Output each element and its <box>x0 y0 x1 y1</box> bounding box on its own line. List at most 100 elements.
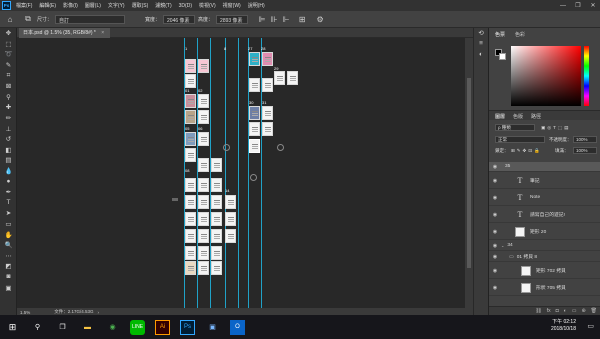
color-picker-field[interactable] <box>511 46 581 106</box>
screen-mode-icon[interactable]: ▣ <box>0 282 17 293</box>
guide-line[interactable] <box>225 38 226 308</box>
pen-tool-icon[interactable]: ✒ <box>0 187 17 198</box>
page-thumbnail[interactable] <box>185 246 196 260</box>
menu-select[interactable]: 選取(S) <box>132 2 149 9</box>
photos-icon[interactable]: ▣ <box>205 320 220 335</box>
quick-select-tool-icon[interactable]: ✎ <box>0 60 17 71</box>
layer-name[interactable]: 35 <box>505 164 510 169</box>
align-left-icon[interactable]: ⊫ <box>256 13 268 25</box>
blend-mode-select[interactable]: 正常 <box>495 136 545 143</box>
page-thumbnail[interactable] <box>249 78 260 92</box>
transform-handle-icon[interactable] <box>223 144 230 151</box>
page-thumbnail[interactable] <box>225 229 236 243</box>
page-thumbnail[interactable] <box>211 212 222 226</box>
layer-name[interactable]: 矩形 20 <box>530 228 546 235</box>
eraser-tool-icon[interactable]: ◧ <box>0 145 17 156</box>
photoshop-logo-icon[interactable]: Ps <box>2 1 11 10</box>
dodge-tool-icon[interactable]: ● <box>0 176 17 187</box>
page-thumbnail[interactable] <box>225 195 236 209</box>
visibility-eye-icon[interactable]: ◉ <box>489 254 501 260</box>
page-thumbnail[interactable] <box>198 261 209 275</box>
page-thumbnail[interactable] <box>198 246 209 260</box>
page-thumbnail[interactable] <box>262 78 273 92</box>
hue-slider[interactable] <box>584 46 589 106</box>
layer-name[interactable]: 筆記 <box>530 177 540 184</box>
document-tab[interactable]: 日本.psd @ 1.5% (35, RGB/8#) * × <box>19 28 111 38</box>
page-thumbnail[interactable] <box>274 71 285 85</box>
fill-field[interactable]: 100% <box>573 147 597 154</box>
rectangle-tool-icon[interactable]: ▭ <box>0 219 17 230</box>
tab-channels[interactable]: 色版 <box>513 113 523 120</box>
menu-view[interactable]: 檢視(V) <box>199 2 216 9</box>
transform-handle-icon[interactable] <box>250 174 257 181</box>
page-thumbnail[interactable] <box>185 59 196 73</box>
hand-tool-icon[interactable]: ✋ <box>0 229 17 240</box>
menu-3d[interactable]: 3D(D) <box>179 3 192 9</box>
more-tools-icon[interactable]: ⋯ <box>0 250 17 261</box>
page-thumbnail[interactable] <box>198 132 209 146</box>
page-thumbnail[interactable] <box>198 195 209 209</box>
crop-icon[interactable]: ⌗ <box>0 70 17 81</box>
page-thumbnail[interactable] <box>262 122 273 136</box>
width-field[interactable]: 2046 像素 <box>163 14 196 24</box>
expand-chevron-icon[interactable]: ⌄ <box>501 243 504 248</box>
delete-layer-icon[interactable]: 🗑 <box>591 308 597 314</box>
page-thumbnail[interactable] <box>198 178 209 192</box>
file-explorer-icon[interactable]: ▬ <box>80 320 95 335</box>
scrollbar-thumb[interactable] <box>467 78 471 268</box>
guide-line[interactable] <box>238 38 239 308</box>
page-thumbnail[interactable] <box>198 59 209 73</box>
layer-name[interactable]: 形狀 705 拷貝 <box>536 284 566 291</box>
visibility-eye-icon[interactable]: ◉ <box>489 195 501 201</box>
layer-row[interactable]: ◉ 矩形 20 <box>489 224 600 240</box>
visibility-eye-icon[interactable]: ◉ <box>489 285 501 291</box>
layer-filter-icons[interactable]: ▣◎T⬚▤ <box>541 125 570 131</box>
chrome-icon[interactable]: ◉ <box>105 320 120 335</box>
close-window-icon[interactable]: ✕ <box>586 0 600 11</box>
layer-filter-select[interactable]: ρ 種類 <box>495 124 535 131</box>
page-thumbnail[interactable] <box>185 178 196 192</box>
settings-gear-icon[interactable]: ⚙ <box>314 13 326 25</box>
swatches-fg-bg-icon[interactable]: ◩ <box>0 261 17 272</box>
page-thumbnail[interactable] <box>249 52 260 66</box>
tab-paths[interactable]: 路徑 <box>531 113 541 120</box>
layer-name[interactable]: 01 拷貝 8 <box>517 253 537 260</box>
layer-name[interactable]: 34 <box>507 243 512 248</box>
notification-icon[interactable]: ▭ <box>587 322 594 330</box>
menu-layer[interactable]: 圖層(L) <box>85 2 101 9</box>
page-thumbnail[interactable] <box>185 74 196 88</box>
menu-edit[interactable]: 編輯(E) <box>39 2 56 9</box>
page-thumbnail[interactable] <box>198 158 209 172</box>
layer-name[interactable]: Note <box>530 195 540 200</box>
transform-handle-icon[interactable] <box>277 144 284 151</box>
home-icon[interactable]: ⌂ <box>4 13 16 25</box>
layer-name[interactable]: 矩形 702 拷貝 <box>536 267 566 274</box>
search-icon[interactable]: ⚲ <box>30 320 45 335</box>
page-thumbnail[interactable] <box>198 229 209 243</box>
close-tab-icon[interactable]: × <box>101 30 104 36</box>
add-mask-icon[interactable]: ◘ <box>556 308 559 314</box>
page-thumbnail[interactable] <box>198 110 209 124</box>
page-thumbnail[interactable] <box>198 212 209 226</box>
menu-help[interactable]: 說明(H) <box>248 2 265 9</box>
new-layer-icon[interactable]: ⊕ <box>581 308 585 314</box>
layer-row[interactable]: ◉ 形狀 705 拷貝 <box>489 280 600 296</box>
menu-image[interactable]: 影像(I) <box>63 2 78 9</box>
page-thumbnail[interactable] <box>185 132 196 146</box>
lasso-tool-icon[interactable]: ➰ <box>0 49 17 60</box>
layer-style-icon[interactable]: fx <box>547 308 551 314</box>
healing-brush-icon[interactable]: ✚ <box>0 102 17 113</box>
page-thumbnail[interactable] <box>249 122 260 136</box>
zoom-tool-icon[interactable]: 🔍 <box>0 240 17 251</box>
zoom-level[interactable]: 1.5% <box>20 310 30 315</box>
restore-icon[interactable]: ❐ <box>571 0 585 11</box>
minimize-icon[interactable]: — <box>556 0 570 11</box>
page-thumbnail[interactable] <box>211 261 222 275</box>
windows-start-icon[interactable]: ⊞ <box>5 320 20 335</box>
layer-row[interactable]: ◉ T Note <box>489 190 600 206</box>
photoshop-taskbar-icon[interactable]: Ps <box>180 319 195 335</box>
page-thumbnail[interactable] <box>185 110 196 124</box>
quick-mask-icon[interactable]: ◙ <box>0 272 17 283</box>
frame-tool-icon[interactable]: ⊠ <box>0 81 17 92</box>
path-select-icon[interactable]: ➤ <box>0 208 17 219</box>
